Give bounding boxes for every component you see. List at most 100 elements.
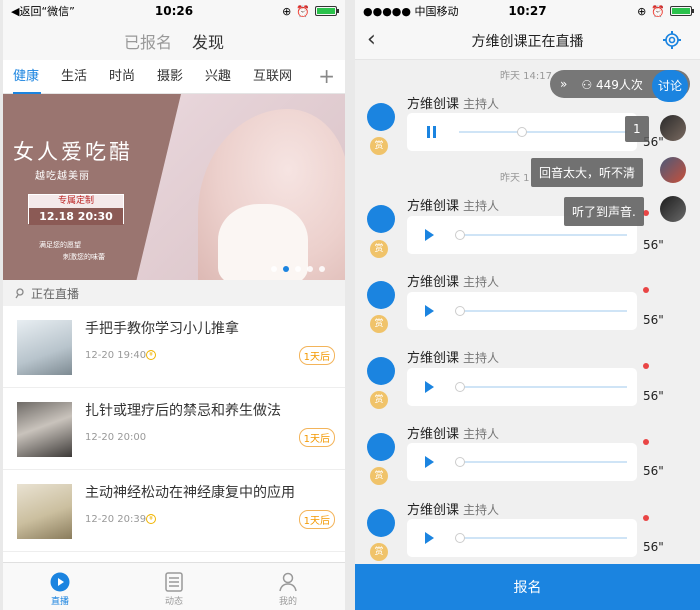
reward-button[interactable]: 赏 bbox=[370, 137, 388, 155]
tab-interest[interactable]: 兴趣 bbox=[205, 60, 253, 94]
top-segment: 已报名 发现 bbox=[3, 22, 345, 60]
play-circle-icon bbox=[50, 572, 70, 592]
play-icon[interactable] bbox=[425, 456, 434, 468]
pause-icon[interactable] bbox=[427, 126, 436, 138]
sender-text: 方维创课 bbox=[407, 275, 460, 290]
coin-icon: ¥ bbox=[146, 514, 156, 524]
nav-me[interactable]: 我的 bbox=[231, 563, 345, 610]
audio-progress-track[interactable] bbox=[459, 537, 627, 539]
voice-message[interactable] bbox=[407, 519, 637, 557]
carousel-dot[interactable] bbox=[283, 266, 289, 272]
expand-chevron-icon[interactable]: » bbox=[560, 77, 567, 91]
battery-icon bbox=[315, 6, 339, 16]
status-time: 10:26 bbox=[154, 4, 194, 18]
audio-progress-track[interactable] bbox=[459, 310, 627, 312]
host-avatar[interactable] bbox=[367, 509, 395, 537]
gear-icon[interactable] bbox=[662, 30, 682, 50]
reward-button[interactable]: 赏 bbox=[370, 315, 388, 333]
audio-progress-track[interactable] bbox=[459, 461, 627, 463]
nav-live[interactable]: 直播 bbox=[3, 563, 117, 610]
segment-discover[interactable]: 发现 bbox=[192, 29, 224, 53]
tab-fashion[interactable]: 时尚 bbox=[109, 60, 157, 94]
carousel-dot[interactable] bbox=[295, 266, 301, 272]
sender-name: 方维创课 主持人 bbox=[407, 271, 499, 290]
voice-duration: 56" bbox=[643, 464, 664, 478]
reward-button[interactable]: 赏 bbox=[370, 467, 388, 485]
back-chevron-icon[interactable]: ‹ bbox=[367, 27, 376, 52]
back-to-wechat-link[interactable]: ◀返回“微信” bbox=[11, 3, 75, 19]
reward-button[interactable]: 赏 bbox=[370, 391, 388, 409]
audio-progress-knob[interactable] bbox=[455, 457, 465, 467]
course-title: 手把手教你学习小儿推拿 bbox=[85, 321, 239, 337]
sender-text: 方维创课 bbox=[407, 199, 460, 214]
audio-progress-track[interactable] bbox=[459, 131, 627, 133]
tab-health[interactable]: 健康 bbox=[13, 60, 61, 94]
host-avatar[interactable] bbox=[367, 433, 395, 461]
promo-banner[interactable]: 女人爱吃醋 越吃越美丽 专属定制 12.18 20:30 满足您的愿望 刺激您的… bbox=[3, 94, 345, 280]
commenter-avatar[interactable] bbox=[660, 157, 686, 183]
tab-life[interactable]: 生活 bbox=[61, 60, 109, 94]
host-avatar[interactable] bbox=[367, 357, 395, 385]
sender-role: 主持人 bbox=[463, 97, 500, 111]
play-icon[interactable] bbox=[425, 532, 434, 544]
nav-me-label: 我的 bbox=[278, 597, 297, 607]
carousel-dot[interactable] bbox=[307, 266, 313, 272]
sender-role: 主持人 bbox=[463, 199, 500, 213]
status-icons: ⊕ ⏰ bbox=[637, 4, 694, 18]
discuss-button[interactable]: 讨论 bbox=[652, 70, 688, 102]
play-icon[interactable] bbox=[425, 305, 434, 317]
audio-progress-track[interactable] bbox=[459, 386, 627, 388]
audio-progress-knob[interactable] bbox=[455, 382, 465, 392]
list-item[interactable]: 扎针或理疗后的禁忌和养生做法 12-20 20:00 1天后 bbox=[3, 388, 345, 470]
course-date: 12-20 19:40 bbox=[85, 350, 147, 361]
sender-name: 方维创课 主持人 bbox=[407, 347, 499, 366]
carousel-dot[interactable] bbox=[271, 266, 277, 272]
voice-message[interactable] bbox=[407, 113, 637, 151]
lock-icon: ⊕ bbox=[637, 4, 647, 18]
voice-message[interactable] bbox=[407, 368, 637, 406]
course-date: 12-20 20:00 bbox=[85, 432, 147, 443]
nav-feed-label: 动态 bbox=[164, 597, 183, 607]
audio-progress-knob[interactable] bbox=[517, 127, 527, 137]
commenter-avatar[interactable] bbox=[660, 115, 686, 141]
voice-message[interactable] bbox=[407, 443, 637, 481]
countdown-badge: 1天后 bbox=[298, 346, 335, 365]
signup-button[interactable]: 报名 bbox=[355, 564, 700, 610]
alarm-icon: ⏰ bbox=[651, 4, 665, 18]
voice-message[interactable] bbox=[407, 292, 637, 330]
add-tab-icon[interactable]: + bbox=[318, 64, 335, 88]
list-item[interactable]: 手把手教你学习小儿推拿 12-20 19:40 ¥ 1天后 bbox=[3, 306, 345, 388]
nav-feed[interactable]: 动态 bbox=[117, 563, 231, 610]
sender-role: 主持人 bbox=[463, 503, 500, 517]
tab-photography[interactable]: 摄影 bbox=[157, 60, 205, 94]
banner-title: 女人爱吃醋 bbox=[13, 140, 133, 164]
audio-progress-knob[interactable] bbox=[455, 533, 465, 543]
segment-registered[interactable]: 已报名 bbox=[124, 29, 172, 53]
sender-text: 方维创课 bbox=[407, 503, 460, 518]
audio-progress-track[interactable] bbox=[459, 234, 627, 236]
carousel-dot[interactable] bbox=[319, 266, 325, 272]
bottom-nav: 直播 动态 我的 bbox=[3, 562, 345, 610]
status-bar: ◀返回“微信” 10:26 ⊕ ⏰ bbox=[3, 0, 345, 22]
audio-progress-knob[interactable] bbox=[455, 306, 465, 316]
banner-date-box: 专属定制 12.18 20:30 bbox=[28, 194, 124, 225]
audio-progress-knob[interactable] bbox=[455, 230, 465, 240]
unread-dot bbox=[643, 439, 649, 445]
host-avatar[interactable] bbox=[367, 281, 395, 309]
alarm-icon: ⏰ bbox=[296, 4, 310, 18]
pin-icon bbox=[15, 287, 24, 298]
list-item[interactable]: 主动神经松动在神经康复中的应用 12-20 20:39 ¥ 1天后 bbox=[3, 470, 345, 552]
voice-duration: 56" bbox=[643, 238, 664, 252]
host-avatar[interactable] bbox=[367, 205, 395, 233]
course-thumbnail bbox=[17, 402, 72, 457]
host-avatar[interactable] bbox=[367, 103, 395, 131]
commenter-avatar[interactable] bbox=[660, 196, 686, 222]
reward-button[interactable]: 赏 bbox=[370, 543, 388, 561]
play-icon[interactable] bbox=[425, 381, 434, 393]
reward-button[interactable]: 赏 bbox=[370, 240, 388, 258]
lock-icon: ⊕ bbox=[282, 4, 292, 18]
play-icon[interactable] bbox=[425, 229, 434, 241]
tab-internet[interactable]: 互联网 bbox=[253, 60, 301, 94]
course-date: 12-20 20:39 bbox=[85, 514, 147, 525]
unread-dot bbox=[643, 363, 649, 369]
